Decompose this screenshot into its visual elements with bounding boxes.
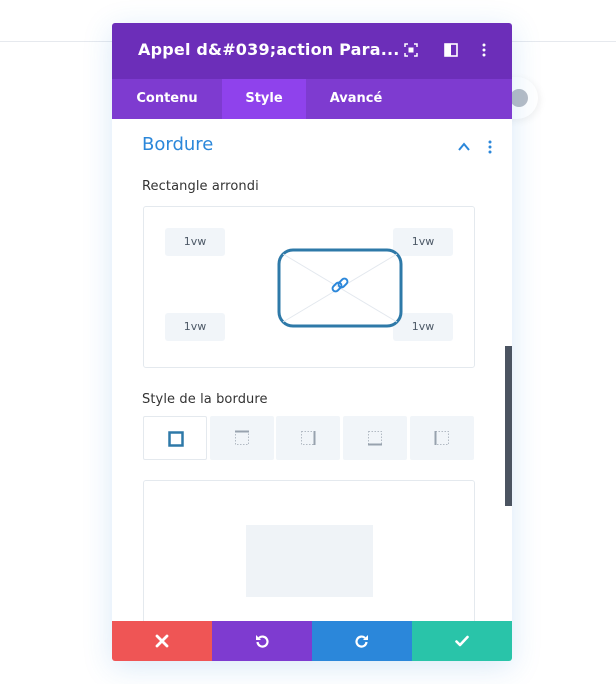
border-style-preview (143, 480, 475, 642)
close-icon (155, 634, 169, 648)
border-left-icon (434, 431, 449, 445)
border-right-icon (301, 431, 316, 445)
scrollbar[interactable] (505, 346, 512, 506)
drag-icon (510, 89, 528, 107)
undo-button[interactable] (212, 621, 312, 661)
undo-icon (256, 635, 269, 648)
redo-button[interactable] (312, 621, 412, 661)
border-bottom-icon (368, 431, 382, 446)
tab-bar: Contenu Style Avancé (112, 79, 512, 119)
tab-style[interactable]: Style (222, 79, 306, 119)
modal-header: Appel d&#039;action Para... (112, 23, 512, 79)
tab-avance[interactable]: Avancé (306, 79, 406, 119)
radius-top-left-input[interactable]: 1vw (165, 228, 225, 256)
sidebar-toggle-icon[interactable] (443, 42, 459, 58)
border-all-icon (168, 431, 184, 447)
preview-swatch (246, 525, 373, 597)
radius-preview (277, 248, 403, 328)
border-top-button[interactable] (210, 416, 274, 460)
redo-icon (355, 635, 368, 648)
border-bottom-button[interactable] (343, 416, 407, 460)
border-top-icon (235, 430, 249, 445)
border-style-label: Style de la bordure (142, 392, 268, 407)
border-left-button[interactable] (410, 416, 474, 460)
more-options-icon[interactable] (476, 42, 492, 58)
save-button[interactable] (412, 621, 512, 661)
rounded-corners-label: Rectangle arrondi (142, 179, 259, 194)
cancel-button[interactable] (112, 621, 212, 661)
border-all-button[interactable] (143, 416, 207, 460)
modal-body: Bordure Rectangle arrondi 1vw 1vw 1vw 1v… (112, 119, 512, 642)
section-controls (456, 139, 496, 155)
chevron-up-icon[interactable] (456, 139, 496, 155)
modal-title: Appel d&#039;action Para... (138, 40, 400, 59)
settings-modal: Appel d&#039;action Para... Contenu Styl… (112, 23, 512, 661)
section-title[interactable]: Bordure (142, 134, 213, 155)
check-icon (455, 635, 469, 647)
expand-icon[interactable] (403, 42, 419, 58)
radius-bottom-left-input[interactable]: 1vw (165, 313, 225, 341)
border-radius-control: 1vw 1vw 1vw 1vw (143, 206, 475, 368)
border-right-button[interactable] (276, 416, 340, 460)
border-style-selector (143, 416, 475, 460)
modal-footer (112, 621, 512, 661)
tab-contenu[interactable]: Contenu (112, 79, 222, 119)
